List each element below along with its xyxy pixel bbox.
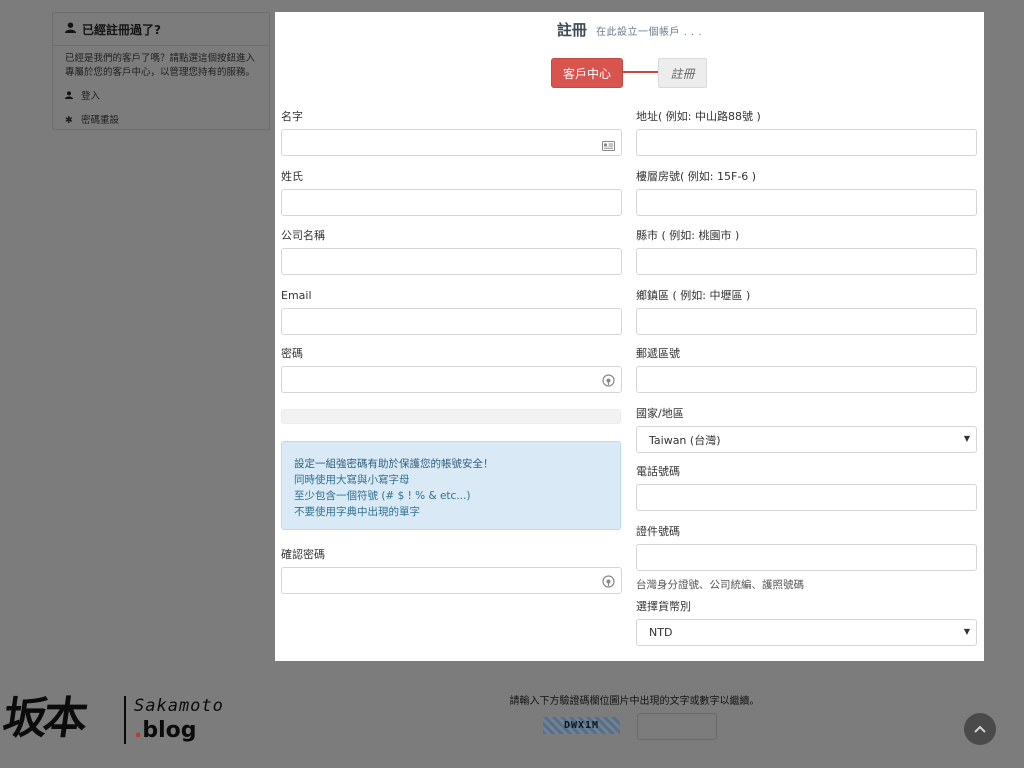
address2-group: 樓層房號( 例如: 15F-6 ) [636,170,977,216]
tips-heading: 設定一組強密碼有助於保護您的帳號安全！ [294,458,494,470]
panel-header: 已經註冊過了? [53,13,269,46]
already-registered-panel: 已經註冊過了? 已經是我們的客戶了嗎？請點選這個按鈕進入專屬於您的客戶中心，以管… [52,12,270,130]
state-input[interactable] [636,308,977,335]
postcode-input[interactable] [636,366,977,393]
country-value: Taiwan (台灣) [649,433,721,447]
logo-blog-text: blog [142,718,197,743]
last-name-label: 姓氏 [281,170,303,183]
password-group: 密碼 [281,347,622,393]
address1-label: 地址( 例如: 中山路88號 ) [636,110,761,123]
email-input[interactable] [281,308,622,335]
password-label: 密碼 [281,347,303,360]
login-link-label: 登入 [81,91,101,102]
asterisk-icon: ✱ [65,115,73,126]
phone-group: 電話號碼 [636,465,977,511]
state-label: 鄉鎮區 ( 例如: 中壢區 ) [636,289,751,302]
address1-group: 地址( 例如: 中山路88號 ) [636,110,977,156]
first-name-label: 名字 [281,110,303,123]
tips-line: 不要使用字典中出現的單字 [294,506,420,518]
password-generate-icon[interactable] [602,372,615,391]
user-icon [65,22,76,36]
id-number-help: 台灣身分證號、公司統編、護照號碼 [636,579,804,591]
tips-line: 至少包含一個符號 (# $ ! % & etc...) [294,490,471,502]
step-connector [621,71,661,73]
register-step-button[interactable]: 註冊 [658,58,707,88]
company-label: 公司名稱 [281,229,325,242]
phone-input[interactable] [636,484,977,511]
company-group: 公司名稱 [281,229,622,275]
modal-subtitle: 在此設立一個帳戶 . . . [596,27,703,38]
country-label: 國家/地區 [636,407,684,420]
modal-title: 註冊 在此設立一個帳戶 . . . [275,19,984,40]
email-group: Email [281,289,622,335]
login-link[interactable]: 登入 [65,90,257,104]
currency-group: 選擇貨幣別 NTD ▼ [636,600,977,646]
phone-label: 電話號碼 [636,465,680,478]
modal-heading: 註冊 [556,21,587,39]
country-group: 國家/地區 Taiwan (台灣) ▼ [636,407,977,453]
id-card-icon [602,136,615,155]
captcha-input[interactable] [637,713,717,740]
panel-text: 已經是我們的客戶了嗎？請點選這個按鈕進入專屬於您的客戶中心，以管理您持有的服務。 [65,53,256,78]
logo-blog: .blog [134,718,197,743]
client-area-step-button[interactable]: 客戶中心 [551,58,623,88]
password-strength-bar [281,409,621,424]
postcode-group: 郵遞區號 [636,347,977,393]
currency-select[interactable]: NTD ▼ [636,619,977,646]
id-number-group: 證件號碼 台灣身分證號、公司統編、護照號碼 [636,525,977,592]
user-icon [65,90,73,104]
email-label: Email [281,289,312,302]
country-select[interactable]: Taiwan (台灣) ▼ [636,426,977,453]
city-input[interactable] [636,248,977,275]
password-generate-icon[interactable] [602,573,615,592]
city-group: 縣市 ( 例如: 桃園市 ) [636,229,977,275]
address2-input[interactable] [636,189,977,216]
password-reset-label: 密碼重設 [80,115,119,126]
address2-label: 樓層房號( 例如: 15F-6 ) [636,170,757,183]
address1-input[interactable] [636,129,977,156]
password-tips-box: 設定一組強密碼有助於保護您的帳號安全！ 同時使用大寫與小寫字母 至少包含一個符號… [281,441,621,530]
confirm-password-group: 確認密碼 [281,548,622,594]
site-logo: 坂本 Sakamoto .blog [0,680,234,764]
registration-modal: 註冊 在此設立一個帳戶 . . . 客戶中心 註冊 名字 姓氏 公司名稱 Ema… [275,12,984,661]
currency-value: NTD [649,626,673,639]
first-name-input[interactable] [281,129,622,156]
state-group: 鄉鎮區 ( 例如: 中壢區 ) [636,289,977,335]
password-reset-link[interactable]: ✱ 密碼重設 [65,114,257,128]
captcha-image: DWX1M [543,717,620,734]
confirm-password-label: 確認密碼 [281,548,325,561]
currency-label: 選擇貨幣別 [636,600,691,613]
caret-down-icon: ▼ [963,434,970,443]
city-label: 縣市 ( 例如: 桃園市 ) [636,229,740,242]
logo-divider [124,696,126,744]
chevron-up-icon [974,721,986,737]
logo-name: Sakamoto [134,696,224,716]
logo-kanji: 坂本 [0,693,87,744]
scroll-to-top-button[interactable] [964,713,996,745]
tips-line: 同時使用大寫與小寫字母 [294,474,410,486]
caret-down-icon: ▼ [963,627,970,636]
last-name-input[interactable] [281,189,622,216]
confirm-password-input[interactable] [281,567,622,594]
last-name-group: 姓氏 [281,170,622,216]
postcode-label: 郵遞區號 [636,347,680,360]
panel-title: 已經註冊過了? [82,22,161,37]
password-input[interactable] [281,366,622,393]
id-number-label: 證件號碼 [636,525,680,538]
company-input[interactable] [281,248,622,275]
id-number-input[interactable] [636,544,977,571]
first-name-group: 名字 [281,110,622,156]
